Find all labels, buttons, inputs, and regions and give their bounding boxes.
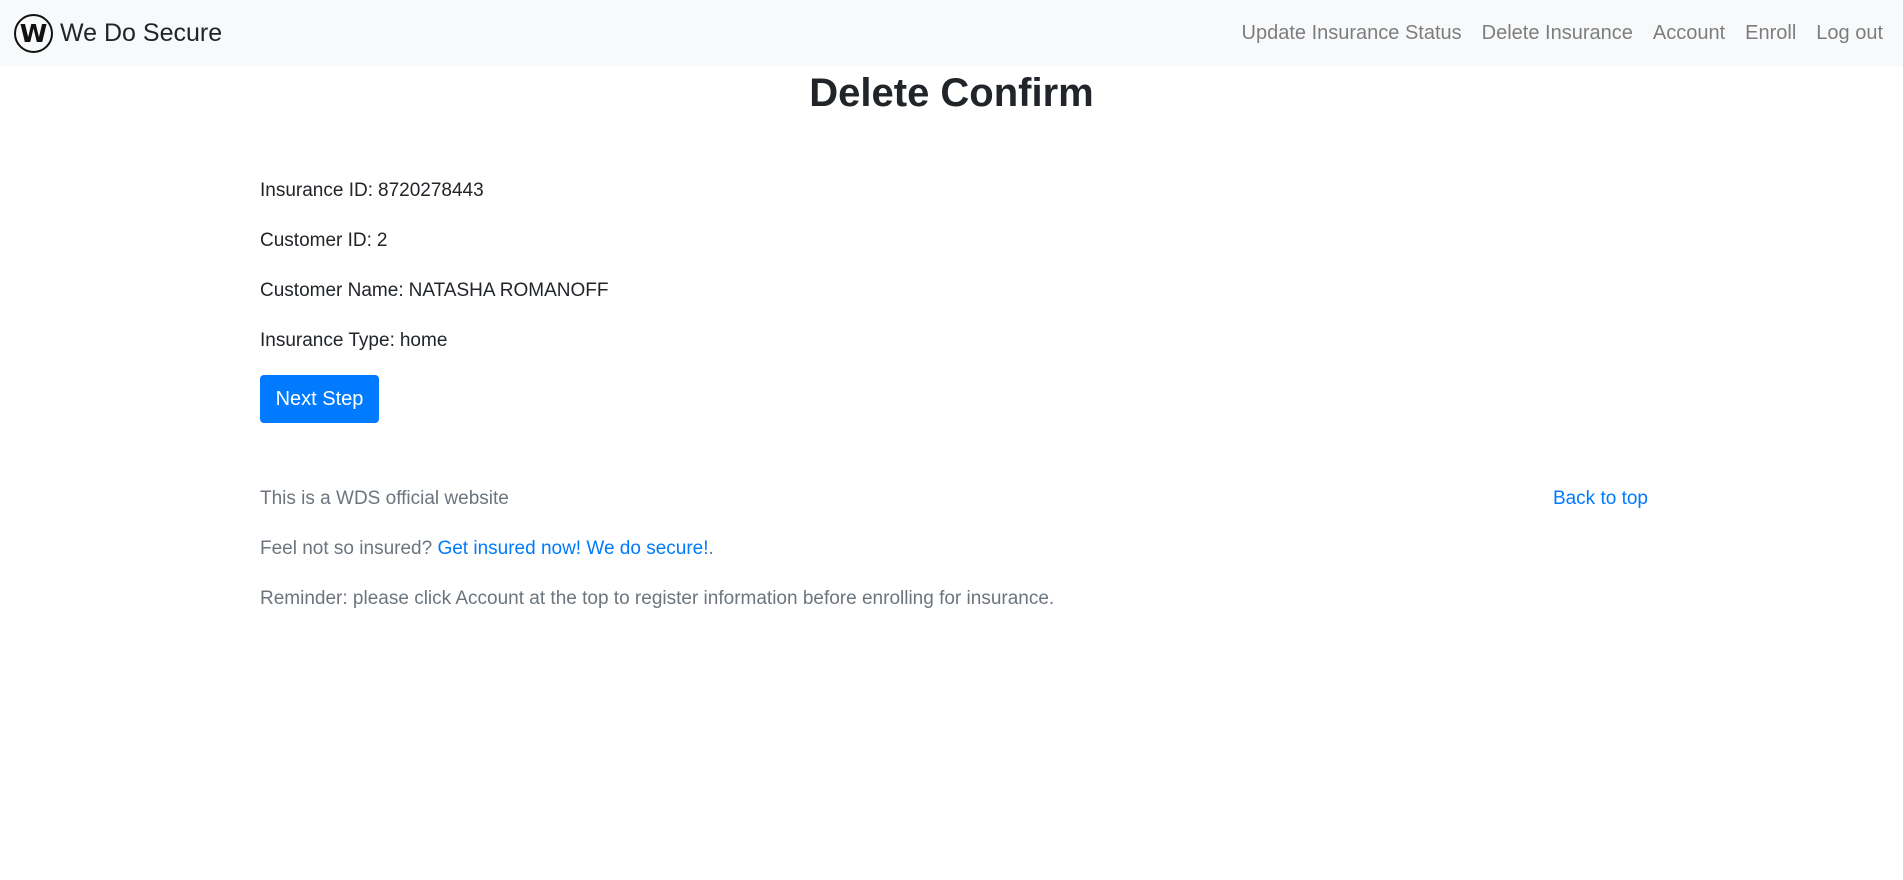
- nav-delete-insurance[interactable]: Delete Insurance: [1472, 22, 1643, 45]
- customer-id-row: Customer ID: 2: [260, 228, 608, 278]
- insured-prefix-text: Feel not so insured?: [260, 538, 438, 559]
- insurance-id-row: Insurance ID: 8720278443: [260, 178, 608, 228]
- customer-id-value: 2: [376, 230, 388, 251]
- nav-log-out[interactable]: Log out: [1806, 22, 1889, 45]
- customer-name-label: Customer Name:: [260, 280, 404, 301]
- get-insured-link[interactable]: Get insured now! We do secure!: [437, 538, 708, 559]
- insured-suffix-text: .: [708, 538, 714, 559]
- insurance-id-value: 8720278443: [378, 180, 484, 201]
- official-site-text: This is a WDS official website: [260, 488, 509, 509]
- insurance-type-row: Insurance Type: home: [260, 328, 608, 378]
- insurance-details: Insurance ID: 8720278443 Customer ID: 2 Cu…: [260, 178, 608, 378]
- nav-enroll[interactable]: Enroll: [1735, 22, 1806, 45]
- customer-name-value: NATASHA ROMANOFF: [408, 280, 609, 301]
- page-footer: This is a WDS official website Back to t…: [260, 486, 1648, 636]
- reminder-text: Reminder: please click Account at the to…: [260, 588, 1055, 609]
- page-title: Delete Confirm: [809, 71, 1094, 115]
- nav-account[interactable]: Account: [1643, 22, 1735, 45]
- insurance-id-label: Insurance ID:: [260, 180, 373, 201]
- customer-id-label: Customer ID:: [260, 230, 372, 251]
- brand-link[interactable]: W We Do Secure: [14, 13, 223, 53]
- wds-logo-icon: W: [14, 13, 53, 53]
- next-step-button[interactable]: Next Step: [260, 375, 379, 423]
- back-to-top-link[interactable]: Back to top: [1553, 486, 1648, 512]
- top-navbar: W We Do Secure Update Insurance Status D…: [0, 0, 1903, 66]
- brand-name: We Do Secure: [60, 18, 223, 47]
- nav-update-insurance-status[interactable]: Update Insurance Status: [1232, 22, 1472, 45]
- insurance-type-value: home: [399, 330, 448, 351]
- nav-links: Update Insurance Status Delete Insurance…: [1232, 22, 1889, 45]
- insurance-type-label: Insurance Type:: [260, 330, 395, 351]
- customer-name-row: Customer Name: NATASHA ROMANOFF: [260, 278, 608, 328]
